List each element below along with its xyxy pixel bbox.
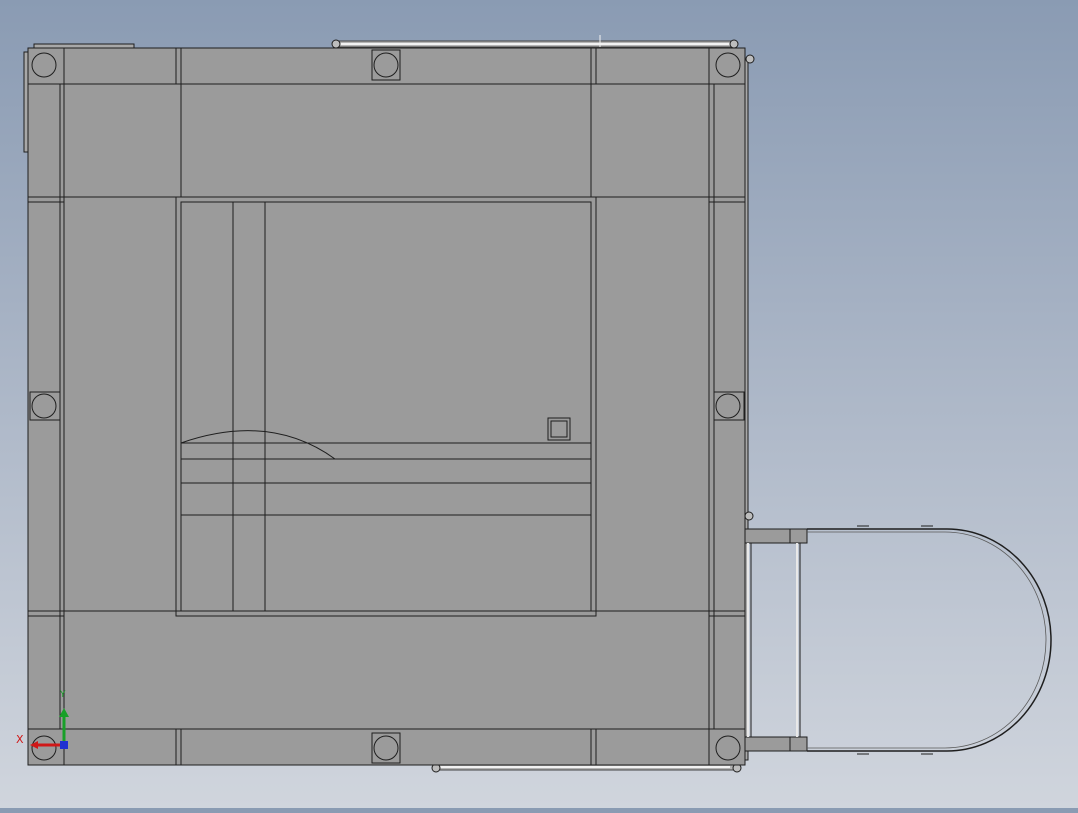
model-drawing [23,35,1052,773]
y-axis-label: Y [60,690,66,700]
cad-viewport[interactable]: X Y [0,0,1078,808]
top-guide-rail [331,35,739,49]
base-plate [27,47,746,766]
x-axis-label: X [16,733,24,746]
handle-assembly [744,525,1052,755]
